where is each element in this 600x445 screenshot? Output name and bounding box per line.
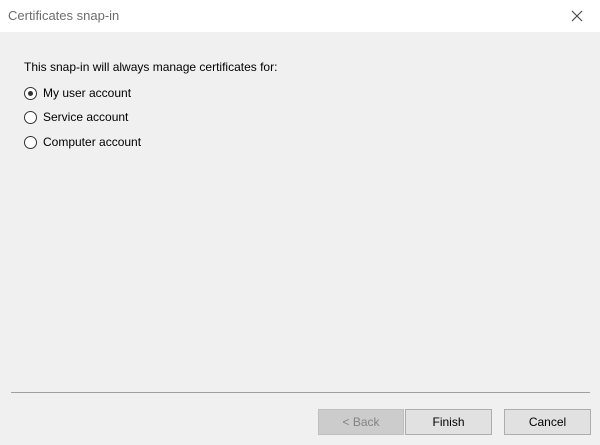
cancel-button[interactable]: Cancel bbox=[504, 409, 591, 435]
radio-button[interactable] bbox=[24, 135, 37, 149]
separator bbox=[11, 392, 590, 393]
back-button[interactable]: < Back bbox=[318, 409, 404, 435]
option-service-account[interactable]: Service account bbox=[24, 109, 128, 125]
dialog-content: This snap-in will always manage certific… bbox=[0, 32, 600, 445]
close-icon bbox=[571, 10, 583, 22]
option-computer-account[interactable]: Computer account bbox=[24, 134, 141, 150]
finish-button[interactable]: Finish bbox=[405, 409, 492, 435]
option-my-user-account[interactable]: My user account bbox=[24, 85, 131, 101]
window-title: Certificates snap-in bbox=[8, 8, 120, 23]
radio-button[interactable] bbox=[24, 110, 37, 124]
option-label: Service account bbox=[43, 110, 129, 124]
option-label: Computer account bbox=[43, 135, 142, 149]
option-label: My user account bbox=[43, 86, 132, 100]
title-bar: Certificates snap-in bbox=[0, 0, 600, 32]
close-button[interactable] bbox=[554, 0, 600, 32]
radio-button[interactable] bbox=[24, 86, 37, 100]
prompt-text: This snap-in will always manage certific… bbox=[24, 60, 278, 74]
